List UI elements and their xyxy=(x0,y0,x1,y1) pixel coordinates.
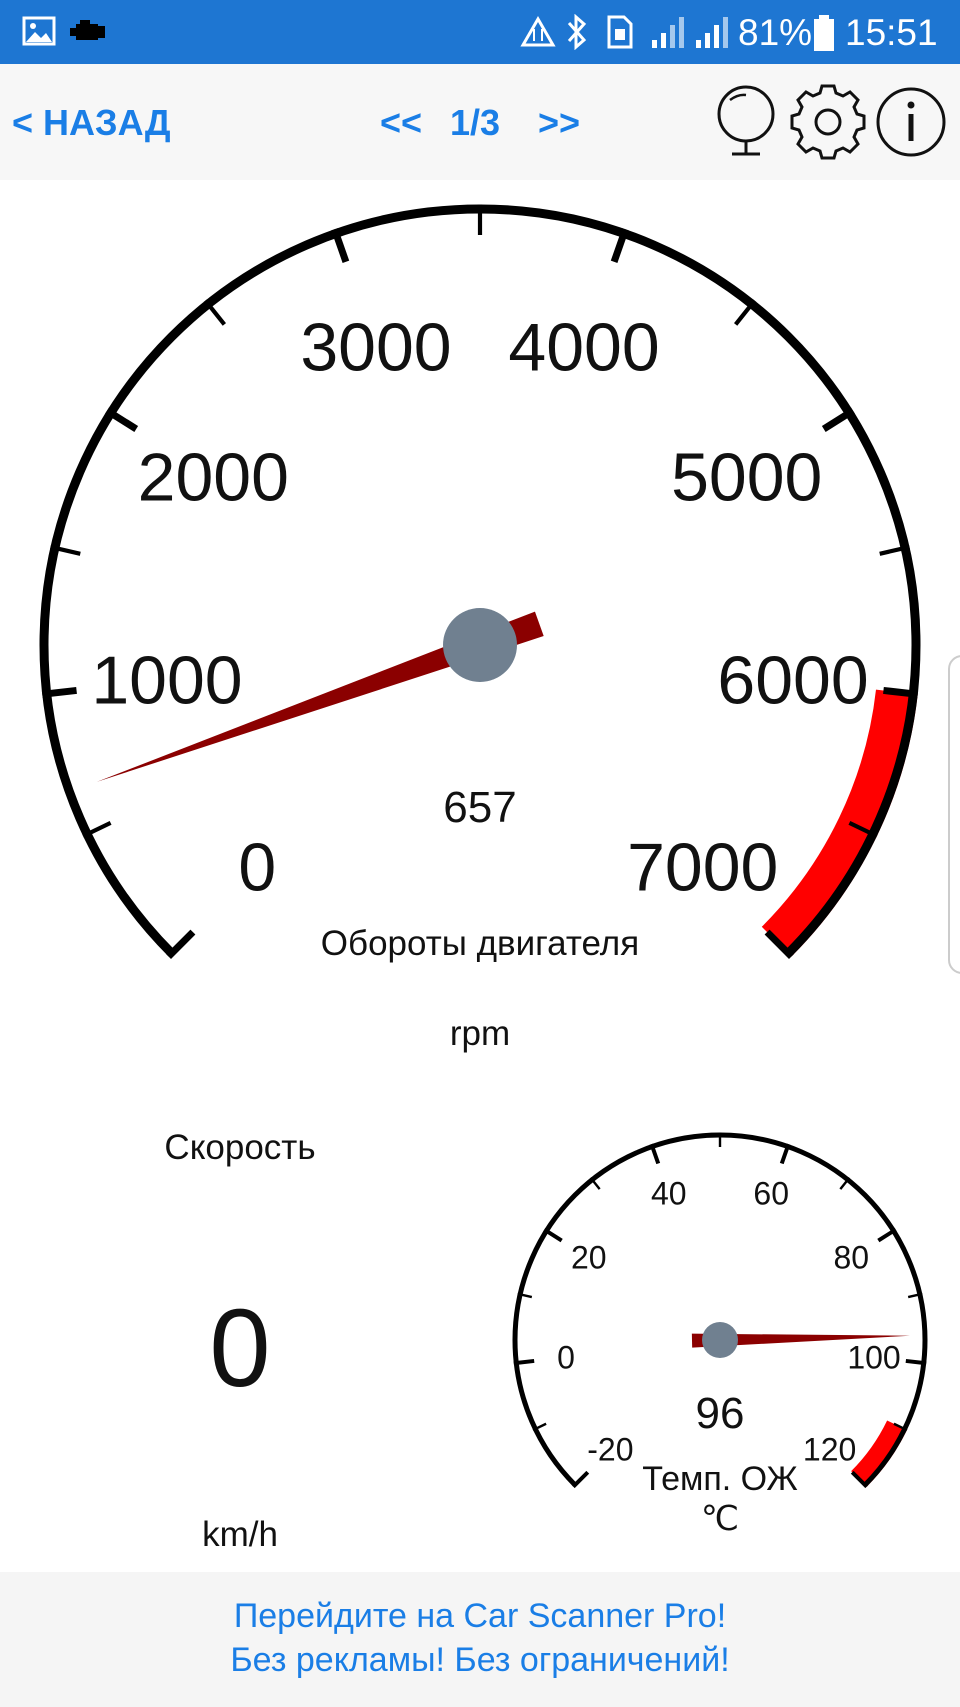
data-sync-icon xyxy=(520,16,556,47)
speed-unit: km/h xyxy=(202,1515,278,1554)
speed-label: Скорость xyxy=(164,1128,316,1167)
major-tick xyxy=(905,1358,927,1366)
rpm-gauge: 0100020003000 4000500060007000657Обороты … xyxy=(39,204,921,1053)
gauge-value: 96 xyxy=(696,1389,745,1438)
page-indicator: 1/3 xyxy=(450,102,501,143)
tick-label: 5000 xyxy=(671,439,822,515)
gauge-value: 657 xyxy=(443,783,516,832)
tick-label: 0 xyxy=(557,1339,575,1375)
image-icon xyxy=(22,16,56,46)
battery-icon xyxy=(814,15,834,51)
gauge-arc xyxy=(39,204,921,957)
gear-icon[interactable] xyxy=(790,84,866,160)
gauge-unit: rpm xyxy=(450,1014,510,1053)
major-tick xyxy=(41,686,77,698)
major-tick xyxy=(513,1358,535,1366)
tick-label: 4000 xyxy=(508,310,659,386)
promo-line-2: Без рекламы! Без ограничений! xyxy=(230,1641,730,1679)
tick-label: 7000 xyxy=(627,830,778,906)
battery-percent: 81% xyxy=(738,12,813,53)
tick-label: 100 xyxy=(847,1339,900,1375)
gauge-hub xyxy=(702,1322,738,1358)
gauge-title: Обороты двигателя xyxy=(321,924,639,963)
tick-label: 20 xyxy=(571,1240,607,1276)
major-tick xyxy=(543,1227,563,1243)
tick-label: 0 xyxy=(238,830,276,906)
clock: 15:51 xyxy=(845,12,938,53)
tick-label: 2000 xyxy=(138,439,289,515)
signal-icon xyxy=(652,17,684,48)
sim-icon xyxy=(607,15,633,49)
speed-value: 0 xyxy=(209,1287,271,1410)
check-engine-icon xyxy=(70,20,105,40)
tick-label: -20 xyxy=(587,1432,633,1468)
tick-label: 60 xyxy=(753,1176,789,1212)
tick-label: 80 xyxy=(833,1240,869,1276)
major-tick xyxy=(877,1227,897,1243)
tick-label: 40 xyxy=(651,1176,687,1212)
mirror-icon[interactable] xyxy=(708,84,784,160)
tick-label: 1000 xyxy=(91,642,242,718)
signal-icon xyxy=(696,17,728,48)
toolbar: < НАЗАД << 1/3 >> xyxy=(0,64,960,180)
side-panel-handle[interactable] xyxy=(948,655,960,974)
promo-line-1: Перейдите на Car Scanner Pro! xyxy=(233,1597,727,1635)
promo-banner[interactable]: Перейдите на Car Scanner Pro! Без реклам… xyxy=(0,1572,960,1707)
tick-label: 6000 xyxy=(717,642,868,718)
major-tick xyxy=(571,1470,590,1489)
gauge-title: Темп. ОЖ xyxy=(642,1460,798,1498)
major-tick xyxy=(166,929,196,959)
next-page-button[interactable]: >> xyxy=(538,102,580,144)
back-button[interactable]: < НАЗАД xyxy=(12,102,171,144)
tick-label: 120 xyxy=(803,1432,856,1468)
status-bar: 81% 15:51 xyxy=(0,0,960,64)
gauge-unit: ℃ xyxy=(701,1500,739,1538)
bluetooth-icon xyxy=(567,14,587,50)
info-icon[interactable] xyxy=(873,84,949,160)
tick-label: 3000 xyxy=(300,310,451,386)
coolant-temp-gauge: -20 0 20 40 60 80 100 120 96 Темп. ОЖ℃ xyxy=(512,1132,928,1538)
major-tick xyxy=(883,686,919,698)
gauge-hub xyxy=(443,608,517,682)
prev-page-button[interactable]: << xyxy=(380,102,422,144)
